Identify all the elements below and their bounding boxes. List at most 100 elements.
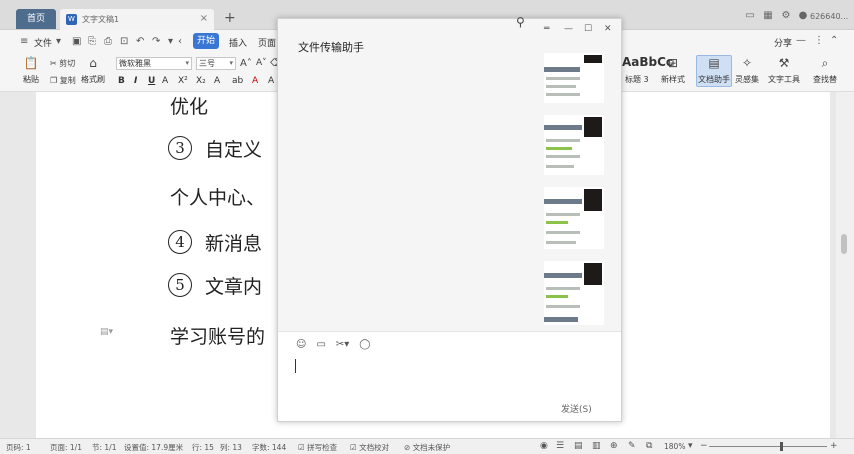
char-border-icon[interactable]: A xyxy=(268,76,274,86)
minimize-icon[interactable]: — xyxy=(796,35,806,46)
eye-protection-icon[interactable]: ◉ xyxy=(540,441,548,451)
menu-list-icon[interactable]: ≡ xyxy=(20,36,28,47)
share-button[interactable]: 分享 xyxy=(774,36,792,49)
grid-icon[interactable]: ▦ xyxy=(762,10,774,22)
writer-doc-icon: W xyxy=(66,14,77,25)
close-tab-icon[interactable]: × xyxy=(200,13,208,24)
status-setting: 设置值: 17.9厘米 xyxy=(124,443,184,452)
image-message[interactable] xyxy=(544,261,604,325)
folder-icon[interactable]: ▭ xyxy=(316,339,325,350)
highlight-icon[interactable]: ab xyxy=(232,76,243,86)
font-size-select[interactable]: 三号 xyxy=(196,57,236,70)
zoom-slider-handle[interactable] xyxy=(780,442,783,451)
subscript-icon[interactable]: X₂ xyxy=(196,76,206,86)
shrink-font-icon[interactable]: A˅ xyxy=(256,58,267,68)
zoom-dropdown-icon[interactable]: ▾ xyxy=(688,441,693,451)
grow-font-icon[interactable]: A˄ xyxy=(240,58,252,69)
cut-button[interactable]: ✂ 剪切 xyxy=(50,58,75,69)
new-style-button[interactable]: ⊞ 新样式 xyxy=(656,56,690,85)
more-icon[interactable]: ‹ xyxy=(178,36,182,47)
underline-button[interactable]: U xyxy=(148,76,155,86)
monitor-icon[interactable]: ▭ xyxy=(744,10,756,22)
copy-label: 复制 xyxy=(59,76,76,85)
tab-document[interactable]: W 文字文稿1 × xyxy=(60,9,214,30)
style-heading-3[interactable]: 标题 3 xyxy=(625,74,649,85)
writing-mode-icon[interactable]: ✎ xyxy=(628,441,636,451)
zoom-in-icon[interactable]: + xyxy=(830,441,838,451)
message-input-caret[interactable] xyxy=(295,359,296,373)
send-button[interactable]: 发送(S) xyxy=(561,402,592,415)
spell-check-label: 拼写检查 xyxy=(307,443,338,452)
user-name[interactable]: 626640... xyxy=(810,12,848,21)
pin-icon[interactable]: ⚲ xyxy=(516,15,525,29)
status-pages: 页面: 1/1 xyxy=(50,443,82,452)
chat-minimize-icon[interactable]: — xyxy=(564,24,573,34)
zoom-out-icon[interactable]: − xyxy=(700,441,708,451)
status-col: 列: 13 xyxy=(220,443,242,452)
menu-file[interactable]: 文件 xyxy=(34,36,52,49)
text-tools-label: 文字工具 xyxy=(768,75,800,84)
menu-layout[interactable]: 页面 xyxy=(258,36,276,49)
chevron-down-icon[interactable]: ▾ xyxy=(168,36,173,47)
chat-more-icon[interactable]: ═ xyxy=(544,24,549,34)
emoji-icon[interactable]: ☺ xyxy=(296,339,306,350)
new-style-label: 新样式 xyxy=(661,75,685,84)
font-effect-icon[interactable]: A xyxy=(214,76,220,86)
font-color-icon[interactable]: A xyxy=(252,76,258,86)
redo-icon[interactable]: ↷ xyxy=(152,36,160,47)
reading-view-icon[interactable]: ▥ xyxy=(592,441,601,451)
web-view-icon[interactable]: ⊕ xyxy=(610,441,618,451)
proofread-label: 文档校对 xyxy=(359,443,390,452)
paragraph-handle-icon[interactable]: ▤▾ xyxy=(100,327,113,337)
find-replace-button[interactable]: ⌕ 查找替 xyxy=(810,56,840,85)
menu-start-button[interactable]: 开始 xyxy=(193,33,219,49)
superscript-icon[interactable]: X² xyxy=(178,76,188,86)
lightbulb-icon: ✧ xyxy=(741,56,753,70)
item-4-text: 新消息 xyxy=(205,233,263,255)
font-name-select[interactable]: 微软雅黑 xyxy=(116,57,192,70)
italic-button[interactable]: I xyxy=(134,76,137,86)
full-screen-icon[interactable]: ⧉ xyxy=(646,441,652,451)
print-icon[interactable]: ⎙ xyxy=(104,36,112,47)
outline-icon[interactable]: ☰ xyxy=(556,441,564,451)
format-painter-button[interactable]: ⌂ 格式刷 xyxy=(78,56,108,85)
paste-button[interactable]: 📋 粘贴 xyxy=(16,56,46,85)
copy-button[interactable]: ❐ 复制 xyxy=(50,75,76,86)
proofread-button[interactable]: ☑ 文档校对 xyxy=(350,442,389,453)
screenshot-scissors-icon[interactable]: ✂▾ xyxy=(336,339,349,350)
spell-check-button[interactable]: ☑ 拼写检查 xyxy=(298,442,337,453)
zoom-slider[interactable] xyxy=(709,446,827,447)
chat-history-icon[interactable]: ◯ xyxy=(359,339,370,350)
menu-insert[interactable]: 插入 xyxy=(229,36,247,49)
save-icon[interactable]: ▣ xyxy=(72,36,81,47)
doc-assistant-button[interactable]: ▤ 文档助手 xyxy=(696,55,732,87)
image-message[interactable] xyxy=(544,115,604,175)
zoom-level[interactable]: 180% xyxy=(664,442,685,451)
more-options-icon[interactable]: ⋮ xyxy=(814,35,824,46)
avatar[interactable]: ● xyxy=(797,10,809,22)
vertical-scrollbar[interactable] xyxy=(836,92,854,438)
collapse-icon[interactable]: ⌃ xyxy=(830,35,838,46)
new-tab-plus-icon[interactable]: + xyxy=(224,10,236,26)
image-message[interactable] xyxy=(544,187,604,249)
preview-icon[interactable]: ⊡ xyxy=(120,36,128,47)
strikethrough-icon[interactable]: A xyxy=(162,76,168,86)
undo-icon[interactable]: ↶ xyxy=(136,36,144,47)
status-words[interactable]: 字数: 144 xyxy=(252,442,286,453)
image-message-list xyxy=(544,53,604,328)
tab-home[interactable]: 首页 xyxy=(16,9,56,29)
bold-button[interactable]: B xyxy=(118,76,125,86)
export-icon[interactable]: ⎘ xyxy=(88,36,96,47)
chat-close-icon[interactable]: ✕ xyxy=(604,24,612,34)
text-tools-button[interactable]: ⚒ 文字工具 xyxy=(764,56,804,85)
scrollbar-thumb[interactable] xyxy=(841,234,847,254)
status-bar: 页码: 1 页面: 1/1 节: 1/1 设置值: 17.9厘米 行: 15 列… xyxy=(0,438,854,454)
image-message[interactable] xyxy=(544,53,604,103)
doc-protection-button[interactable]: ⊘ 文档未保护 xyxy=(404,442,450,453)
page-view-icon[interactable]: ▤ xyxy=(574,441,583,451)
file-transfer-chat-window[interactable]: ⚲ ═ — ☐ ✕ 文件传输助手 ☺ ▭ ✂▾ ◯ 发送(S) xyxy=(277,15,622,422)
chevron-down-icon[interactable]: ▾ xyxy=(56,36,61,47)
inspiration-button[interactable]: ✧ 灵感集 xyxy=(734,56,760,85)
chat-maximize-icon[interactable]: ☐ xyxy=(584,24,592,34)
settings-icon[interactable]: ⚙ xyxy=(780,10,792,22)
